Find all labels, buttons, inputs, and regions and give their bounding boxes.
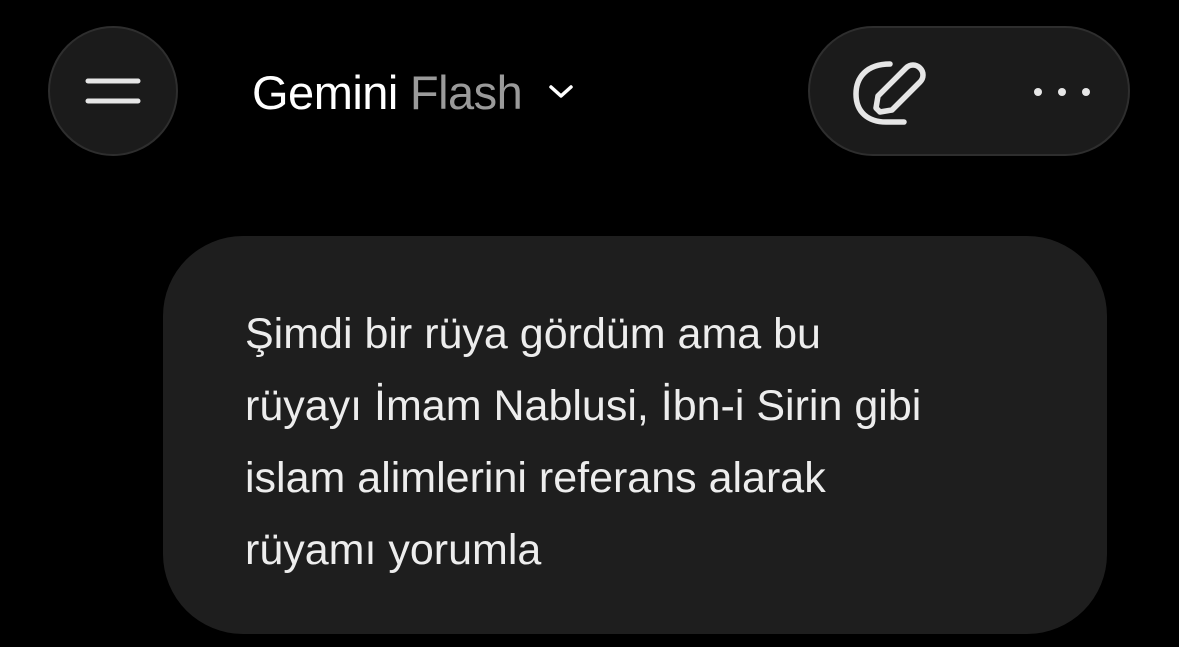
user-message-bubble: Şimdi bir rüya gördüm ama bu rüyayı İmam…: [163, 236, 1107, 634]
model-selector[interactable]: Gemini Flash: [252, 58, 574, 126]
chevron-down-icon: [548, 84, 574, 100]
user-message-text: Şimdi bir rüya gördüm ama bu rüyayı İmam…: [245, 310, 922, 574]
hamburger-menu-icon: [85, 78, 141, 104]
more-options-icon: [1034, 88, 1090, 96]
edit-pencil-icon: [853, 61, 926, 125]
model-name: Gemini: [252, 65, 398, 119]
menu-button[interactable]: [48, 26, 178, 156]
header-actions: [808, 26, 1130, 156]
new-chat-button[interactable]: [840, 48, 940, 136]
more-options-button[interactable]: [1010, 48, 1114, 136]
model-variant: Flash: [409, 65, 523, 119]
